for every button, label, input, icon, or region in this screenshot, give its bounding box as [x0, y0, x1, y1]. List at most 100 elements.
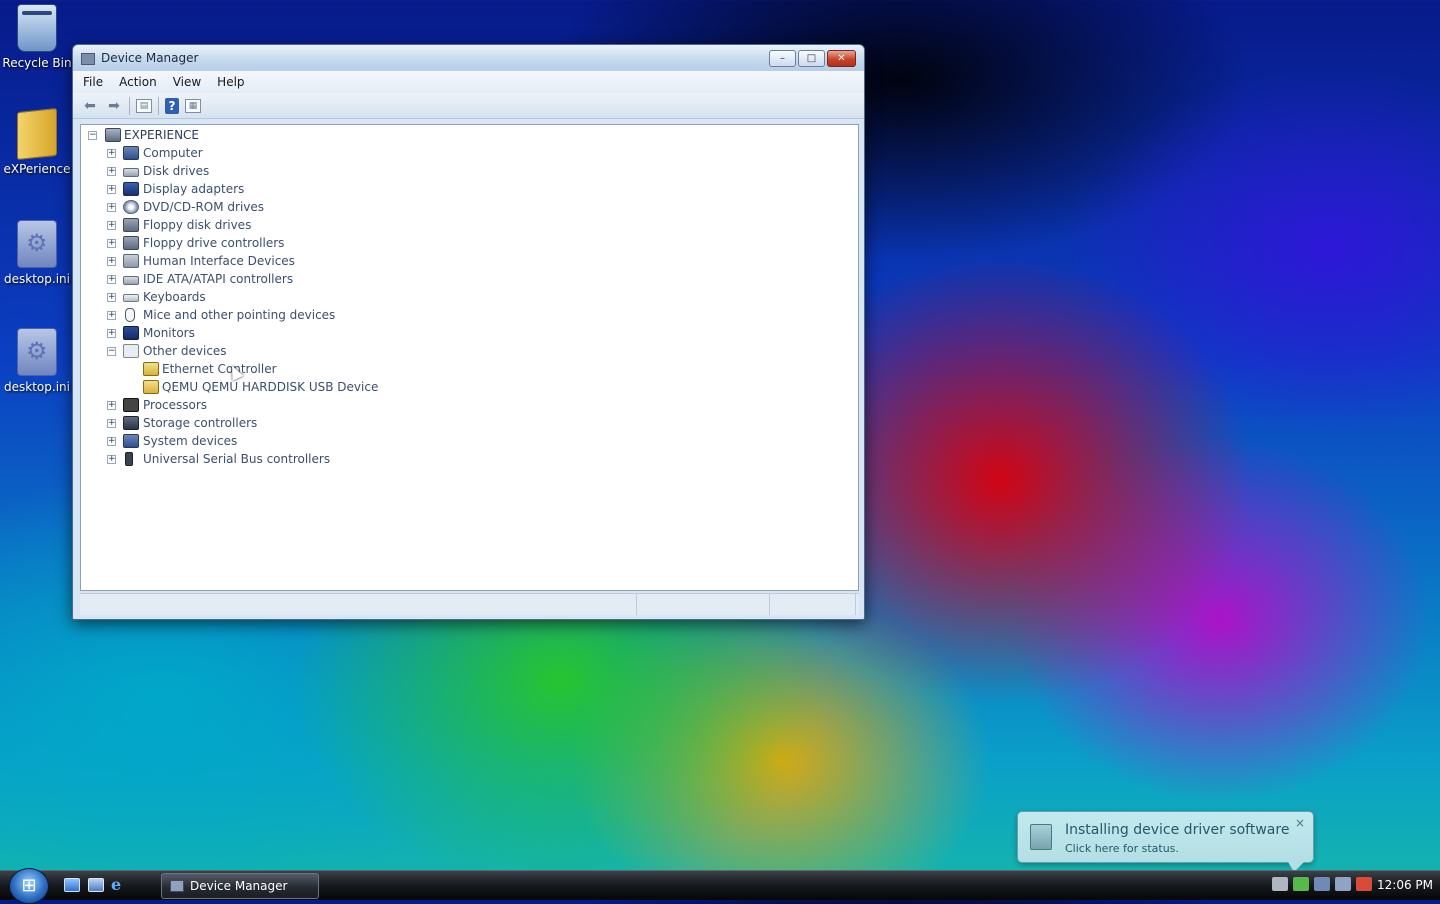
internet-explorer-icon[interactable]: e — [111, 877, 127, 893]
expand-toggle[interactable]: + — [107, 310, 116, 320]
tree-category[interactable]: + Storage controllers — [81, 414, 858, 432]
mouse-icon — [125, 308, 135, 322]
tree-category[interactable]: + Floppy disk drives — [81, 216, 858, 234]
expand-toggle[interactable]: + — [107, 220, 116, 230]
desktop-icon-experience-folder[interactable]: eXPerience — [2, 107, 72, 176]
other-icon — [123, 344, 139, 358]
maximize-button[interactable]: □ — [798, 49, 825, 67]
tree-category[interactable]: + Universal Serial Bus controllers — [81, 450, 858, 468]
switch-windows-icon[interactable] — [88, 878, 104, 892]
tree-category-label: Monitors — [143, 326, 195, 340]
expand-toggle[interactable]: + — [107, 418, 116, 428]
tree-category[interactable]: + IDE ATA/ATAPI controllers — [81, 270, 858, 288]
title-bar[interactable]: Device Manager – □ ✕ — [73, 45, 864, 71]
desktop-icon-label: desktop.ini — [4, 380, 70, 394]
expand-toggle[interactable]: + — [107, 184, 116, 194]
tree-category-label: Floppy drive controllers — [143, 236, 285, 250]
warning-icon — [143, 380, 159, 394]
display-icon[interactable] — [1335, 877, 1351, 891]
tree-category[interactable]: + Human Interface Devices — [81, 252, 858, 270]
display-icon — [123, 182, 139, 196]
computer-icon — [123, 146, 139, 160]
tree-category[interactable]: + Processors — [81, 396, 858, 414]
tree-device-label: QEMU QEMU HARDDISK USB Device — [162, 380, 379, 394]
tree-category[interactable]: + Display adapters — [81, 180, 858, 198]
expand-toggle[interactable]: + — [107, 148, 116, 158]
start-button[interactable]: ⊞ — [9, 868, 49, 904]
tree-category[interactable]: + System devices — [81, 432, 858, 450]
expand-toggle[interactable]: + — [107, 292, 116, 302]
tree-category[interactable]: + Mice and other pointing devices — [81, 306, 858, 324]
expand-toggle[interactable]: + — [107, 328, 116, 338]
desktop-icon-recycle-bin[interactable]: Recycle Bin — [2, 4, 72, 70]
taskbar-button-device-manager[interactable]: Device Manager — [161, 873, 319, 899]
collapse-toggle[interactable]: − — [88, 130, 97, 140]
tree-category[interactable]: + Computer — [81, 144, 858, 162]
storage-icon — [123, 416, 139, 430]
tree-category-label: Universal Serial Bus controllers — [143, 452, 331, 466]
device-tree-pane[interactable]: − EXPERIENCE + Computer + Disk drives + Displ… — [80, 124, 859, 591]
forward-icon[interactable]: ➡ — [105, 97, 123, 115]
tree-category-label: Processors — [143, 398, 208, 412]
tree-category[interactable]: + Monitors — [81, 324, 858, 342]
cd-icon — [123, 200, 139, 214]
clock[interactable]: 12:06 PM — [1377, 878, 1433, 892]
driver-install-icon[interactable] — [1293, 877, 1309, 891]
tree-category-label: Human Interface Devices — [143, 254, 295, 268]
safely-remove-icon[interactable] — [1272, 877, 1288, 891]
hid-icon — [123, 254, 139, 268]
desktop-icon-label: eXPerience — [3, 162, 71, 176]
expand-toggle[interactable]: + — [107, 202, 116, 212]
expand-toggle[interactable]: + — [107, 454, 116, 464]
menu-view[interactable]: View — [173, 75, 201, 89]
desktop-icon-desktop-ini-2[interactable]: desktop.ini — [2, 328, 72, 394]
menu-file[interactable]: File — [83, 75, 103, 89]
tree-category-label: Storage controllers — [143, 416, 258, 430]
menu-help[interactable]: Help — [217, 75, 244, 89]
tree-root[interactable]: − EXPERIENCE — [81, 126, 858, 144]
scan-icon[interactable]: ▦ — [185, 98, 201, 113]
tree-category-label: System devices — [143, 434, 238, 448]
device-tree: − EXPERIENCE + Computer + Disk drives + Displ… — [81, 125, 858, 471]
show-desktop-icon[interactable] — [64, 878, 80, 892]
help-icon[interactable]: ? — [165, 97, 179, 114]
toolbar-separator — [158, 96, 159, 115]
tree-category-label: Computer — [143, 146, 203, 160]
folder-icon — [17, 107, 57, 161]
properties-icon[interactable]: ▤ — [136, 98, 152, 113]
window-controls: – □ ✕ — [769, 49, 856, 67]
notification-subtitle[interactable]: Click here for status. — [1065, 842, 1179, 855]
tree-device[interactable]: QEMU QEMU HARDDISK USB Device — [81, 378, 858, 396]
window-title: Device Manager — [101, 51, 199, 65]
close-button[interactable]: ✕ — [827, 49, 856, 67]
tree-category[interactable]: + DVD/CD-ROM drives — [81, 198, 858, 216]
tree-category[interactable]: + Floppy drive controllers — [81, 234, 858, 252]
network-icon[interactable] — [1314, 877, 1330, 891]
system-tray — [1272, 877, 1372, 891]
desktop-icon-desktop-ini-1[interactable]: desktop.ini — [2, 220, 72, 286]
menu-bar: File Action View Help — [73, 71, 864, 93]
volume-muted-icon[interactable] — [1356, 877, 1372, 891]
expand-toggle[interactable]: + — [107, 238, 116, 248]
minimize-button[interactable]: – — [769, 49, 796, 67]
notification-balloon[interactable]: Installing device driver software Click … — [1017, 811, 1314, 872]
menu-action[interactable]: Action — [119, 75, 157, 89]
status-section — [637, 594, 770, 615]
tree-category[interactable]: − Other devices — [81, 342, 858, 360]
expand-toggle[interactable]: + — [107, 274, 116, 284]
expand-toggle[interactable]: + — [107, 436, 116, 446]
tree-category[interactable]: + Keyboards — [81, 288, 858, 306]
status-section — [770, 594, 856, 615]
expand-toggle[interactable]: + — [107, 400, 116, 410]
warning-icon — [143, 362, 159, 376]
back-icon[interactable]: ⬅ — [81, 97, 99, 115]
expand-toggle[interactable]: + — [107, 256, 116, 266]
notification-close-button[interactable]: × — [1295, 816, 1305, 830]
tree-device[interactable]: Ethernet Controller — [81, 360, 858, 378]
tree-category[interactable]: + Disk drives — [81, 162, 858, 180]
status-section — [80, 594, 637, 615]
recycle-bin-icon — [17, 4, 57, 52]
system-icon — [123, 434, 139, 448]
expand-toggle[interactable]: + — [107, 166, 116, 176]
collapse-toggle[interactable]: − — [107, 346, 116, 356]
